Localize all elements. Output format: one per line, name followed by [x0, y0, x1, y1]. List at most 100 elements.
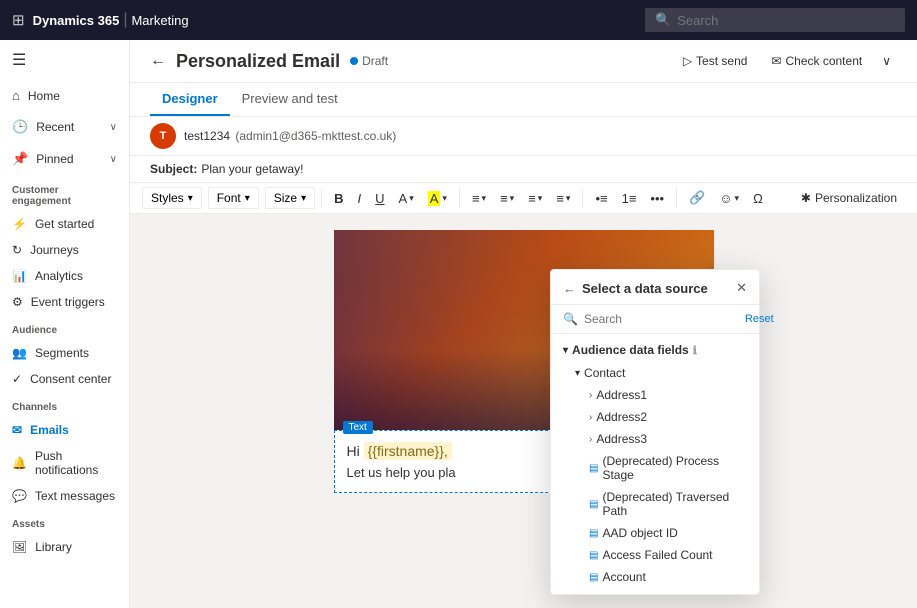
pinned-expand-icon: ∨ [110, 154, 117, 165]
modal-body: ▾ Audience data fields ℹ ▾ Contact › Add… [551, 334, 759, 594]
event-triggers-icon: ⚙ [12, 295, 23, 309]
sidebar-label-event-triggers: Event triggers [31, 295, 105, 309]
top-nav: ⊞ Dynamics 365 | Marketing 🔍 [0, 0, 917, 40]
search-input[interactable] [677, 13, 895, 28]
list-button[interactable]: ≡ ▾ [494, 188, 520, 209]
hamburger-button[interactable]: ☰ [0, 40, 129, 80]
address3-expand-icon: › [589, 434, 592, 445]
sidebar-item-text-messages[interactable]: 💬 Text messages [0, 483, 129, 509]
consent-center-icon: ✓ [12, 372, 22, 386]
grid-icon[interactable]: ⊞ [12, 11, 25, 29]
font-label: Font [217, 191, 241, 205]
sidebar-label-push-notifications: Push notifications [35, 449, 117, 477]
modal-search-icon: 🔍 [563, 312, 578, 326]
tabs-bar: Designer Preview and test [130, 83, 917, 117]
search-bar[interactable]: 🔍 [645, 8, 905, 32]
field-address2[interactable]: › Address2 [551, 406, 759, 428]
field-access-failed-count[interactable]: ▤ Access Failed Count [551, 544, 759, 566]
emoji-icon: ☺ [719, 191, 732, 206]
sidebar-item-event-triggers[interactable]: ⚙ Event triggers [0, 289, 129, 315]
size-dropdown[interactable]: Size ▾ [265, 187, 315, 209]
email-meta: T test1234 (admin1@d365-mkttest.co.uk) [130, 117, 917, 156]
align-button[interactable]: ≡ ▾ [466, 188, 492, 209]
sidebar-item-library[interactable]: 🖼 Library [0, 534, 129, 560]
field-account[interactable]: ▤ Account [551, 566, 759, 588]
font-dropdown[interactable]: Font ▾ [208, 187, 259, 209]
personalization-icon: ✱ [801, 191, 811, 205]
page-title: Personalized Email [176, 51, 340, 72]
size-caret-icon: ▾ [301, 193, 306, 204]
sidebar-item-emails[interactable]: ✉ Emails [0, 417, 129, 443]
test-send-label: Test send [696, 54, 747, 68]
tab-designer[interactable]: Designer [150, 83, 230, 116]
test-send-button[interactable]: ▷ Test send [673, 50, 758, 72]
recent-icon: 🕒 [12, 119, 28, 135]
contact-expand-icon: ▾ [575, 368, 580, 379]
bold-button[interactable]: B [328, 188, 349, 209]
more-button[interactable]: ••• [644, 188, 670, 209]
highlight-button[interactable]: A ▾ [422, 188, 453, 209]
library-icon: 🖼 [12, 540, 27, 554]
sidebar-item-push-notifications[interactable]: 🔔 Push notifications [0, 443, 129, 483]
editor-toolbar: Styles ▾ Font ▾ Size ▾ B I U A ▾ A ▾ [130, 183, 917, 214]
account-label: Account [602, 570, 645, 584]
search-icon: 🔍 [655, 12, 671, 28]
audience-data-fields-section[interactable]: ▾ Audience data fields ℹ [551, 338, 759, 362]
indent-button[interactable]: ≡ ▾ [522, 188, 548, 209]
personalization-button[interactable]: ✱ Personalization [793, 188, 905, 208]
numbered-button[interactable]: 1≡ [616, 188, 643, 209]
field-address3[interactable]: › Address3 [551, 428, 759, 450]
field-address1[interactable]: › Address1 [551, 384, 759, 406]
section-channels: Channels [0, 392, 129, 417]
link-button[interactable]: 🔗 [683, 187, 711, 209]
chevron-button[interactable]: ∨ [876, 50, 897, 72]
field-deprecated-traversed-path[interactable]: ▤ (Deprecated) Traversed Path [551, 486, 759, 522]
reset-link[interactable]: Reset [745, 313, 774, 325]
app-name: Dynamics 365 [33, 13, 120, 28]
styles-dropdown[interactable]: Styles ▾ [142, 187, 202, 209]
sidebar-item-get-started[interactable]: ⚡ Get started [0, 211, 129, 237]
sidebar-item-home[interactable]: ⌂ Home [0, 80, 129, 111]
audience-info-icon: ℹ [693, 344, 697, 357]
sidebar-item-analytics[interactable]: 📊 Analytics [0, 263, 129, 289]
line-height-button[interactable]: ≡ ▾ [550, 188, 576, 209]
check-content-button[interactable]: ✉ Check content [761, 50, 872, 72]
get-started-icon: ⚡ [12, 217, 27, 231]
field-accountidname[interactable]: ▤ accountidname [551, 588, 759, 594]
back-button[interactable]: ← [150, 52, 166, 70]
sidebar-item-recent[interactable]: 🕒 Recent ∨ [0, 111, 129, 143]
sidebar-label-get-started: Get started [35, 217, 94, 231]
modal-close-button[interactable]: ✕ [736, 280, 747, 296]
sidebar-item-journeys[interactable]: ↻ Journeys [0, 237, 129, 263]
sidebar-item-consent-center[interactable]: ✓ Consent center [0, 366, 129, 392]
underline-button[interactable]: U [369, 188, 390, 209]
user-name: test1234 [184, 129, 230, 143]
user-email: (admin1@d365-mkttest.co.uk) [235, 129, 396, 143]
subject-bar: Subject: Plan your getaway! [130, 156, 917, 183]
text-block-label: Text [343, 421, 373, 434]
italic-button[interactable]: I [352, 188, 368, 209]
sidebar-label-library: Library [35, 540, 72, 554]
contact-section[interactable]: ▾ Contact [551, 362, 759, 384]
modal-search-input[interactable] [584, 312, 739, 326]
font-caret-icon: ▾ [245, 193, 250, 204]
sidebar-item-pinned[interactable]: 📌 Pinned ∨ [0, 143, 129, 175]
page-header: ← Personalized Email Draft ▷ Test send ✉… [130, 40, 917, 83]
subject-label: Subject: [150, 162, 197, 176]
sidebar-item-segments[interactable]: 👥 Segments [0, 340, 129, 366]
indent-caret-icon: ▾ [538, 193, 543, 204]
symbol-button[interactable]: Ω [747, 188, 769, 209]
field-deprecated-process-stage[interactable]: ▤ (Deprecated) Process Stage [551, 450, 759, 486]
tab-preview-test[interactable]: Preview and test [230, 83, 350, 116]
styles-label: Styles [151, 191, 184, 205]
indent-icon: ≡ [528, 191, 536, 206]
access-failed-label: Access Failed Count [602, 548, 712, 562]
bullet-button[interactable]: •≡ [589, 188, 613, 209]
contact-label: Contact [584, 366, 625, 380]
sidebar-label-analytics: Analytics [35, 269, 83, 283]
address2-expand-icon: › [589, 412, 592, 423]
font-color-button[interactable]: A ▾ [393, 188, 420, 209]
field-aad-object-id[interactable]: ▤ AAD object ID [551, 522, 759, 544]
emoji-button[interactable]: ☺ ▾ [713, 188, 745, 209]
modal-back-button[interactable]: ← [563, 281, 576, 296]
